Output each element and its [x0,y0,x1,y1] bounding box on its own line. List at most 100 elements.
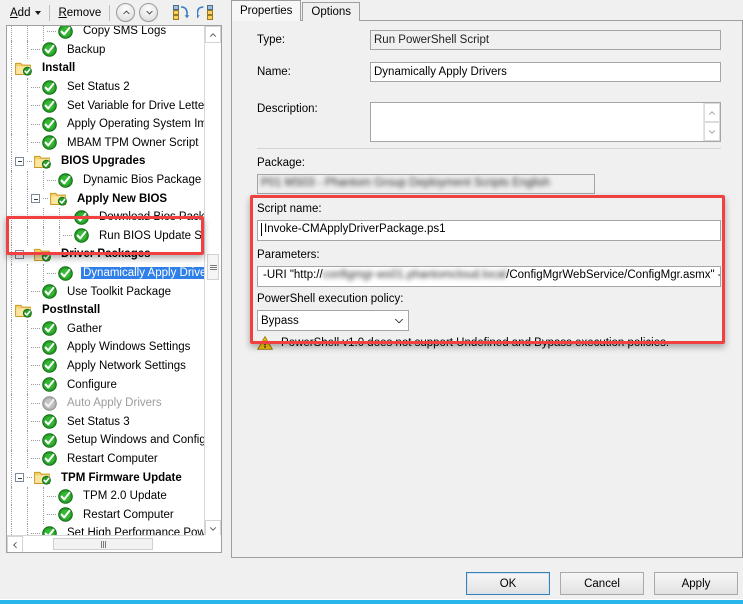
tree-connector [31,439,40,441]
tree-item-label: Setup Windows and ConfigMgr [67,434,206,447]
tree-collapse-toggle-icon[interactable] [15,249,24,259]
tree-item-auto-apply-drivers[interactable]: Auto Apply Drivers [7,393,206,413]
tree-connector [43,198,48,200]
tree-item-set-status-3[interactable]: Set Status 3 [7,412,206,432]
exec-policy-combo[interactable]: AllSignedBypassRemote SignedUndefinedUnr… [257,310,409,331]
scroll-left-arrow-icon[interactable] [7,536,23,552]
folder-check-icon [34,247,55,262]
exec-policy-label: PowerShell execution policy: [257,293,404,305]
tree-guide-line [11,505,12,525]
add-button[interactable]: Add [6,2,45,23]
expand-all-icon[interactable] [194,3,216,23]
task-sequence-tree[interactable]: Copy SMS Logs Backup Install Set Status 2 Se… [6,25,222,553]
tree-item-gather[interactable]: Gather [7,319,206,339]
name-field[interactable] [370,62,721,82]
green-check-icon [58,488,77,504]
tree-connector [47,272,56,274]
tree-item-label: Download Bios Package [99,211,206,224]
tree-item-tpm-2-0-update[interactable]: TPM 2.0 Update [7,486,206,506]
tree-item-dynamically-apply-drivers[interactable]: Dynamically Apply Drivers [7,263,206,283]
tree-connector [31,402,40,404]
tree-vertical-scrollbar[interactable] [204,26,221,537]
tree-guide-line [43,26,44,41]
green-check-icon [58,265,77,281]
tree-item-download-bios-package[interactable]: Download Bios Package [7,207,206,227]
script-name-field[interactable]: Invoke-CMApplyDriverPackage.ps1 [257,220,721,241]
tree-connector [31,384,40,386]
tree-item-setup-windows-and-configmgr[interactable]: Setup Windows and ConfigMgr [7,431,206,450]
tree-collapse-toggle-icon[interactable] [15,156,24,166]
tree-item-apply-windows-settings[interactable]: Apply Windows Settings [7,338,206,357]
tree-item-backup[interactable]: Backup [7,40,206,60]
tree-item-apply-operating-system-image[interactable]: Apply Operating System Image [7,114,206,134]
tree-guide-line [27,263,28,283]
tree-item-driver-packages[interactable]: Driver Packages [7,245,206,264]
parameters-label: Parameters: [257,249,320,261]
tree-collapse-toggle-icon[interactable] [31,194,40,204]
package-value-redacted: P01 MS03 - Phantom Group Deployment Scri… [261,177,550,189]
description-label: Description: [257,103,318,115]
tree-item-install[interactable]: Install [7,59,206,78]
tree-collapse-toggle-icon[interactable] [15,473,24,483]
apply-button[interactable]: Apply [654,572,738,595]
tree-guide-line [11,170,12,190]
tree-item-label: Restart Computer [67,452,158,465]
tree-item-tpm-firmware-update[interactable]: TPM Firmware Update [7,468,206,487]
description-scroll-up-icon[interactable] [704,103,720,122]
tree-item-postinstall[interactable]: PostInstall [7,300,206,320]
tree-item-use-toolkit-package[interactable]: Use Toolkit Package [7,282,206,301]
tree-guide-line [27,356,28,376]
green-check-icon [58,26,77,39]
tree-connector [31,532,40,534]
green-check-icon [58,172,77,188]
tree-item-restart-computer[interactable]: Restart Computer [7,505,206,525]
tree-vscroll-thumb[interactable] [207,254,219,280]
tree-hscroll-thumb[interactable] [53,538,153,550]
description-scroll-down-icon[interactable] [704,122,720,141]
task-sequence-left-pane: Add Remove Copy SMS Logs Backup Install … [0,0,228,575]
tree-horizontal-scrollbar[interactable] [7,535,221,552]
exec-policy-warning: PowerShell v1.0 does not support Undefin… [257,336,669,350]
tree-item-mbam-tpm-owner-script[interactable]: MBAM TPM Owner Script [7,133,206,153]
tree-guide-line [43,170,44,190]
scrollbar-corner [204,535,221,552]
tree-guide-line [11,245,12,264]
exec-policy-select[interactable]: AllSignedBypassRemote SignedUndefinedUnr… [257,310,409,331]
tree-item-dynamic-bios-package-detect[interactable]: Dynamic Bios Package Detect [7,170,206,190]
parameters-field[interactable]: -URI "http://configmgr-ws01.phantomcloud… [257,266,721,287]
cancel-button[interactable]: Cancel [560,572,644,595]
tree-item-restart-computer[interactable]: Restart Computer [7,449,206,469]
tab-properties[interactable]: Properties [231,0,302,21]
tree-item-apply-network-settings[interactable]: Apply Network Settings [7,356,206,376]
tree-guide-line [27,96,28,115]
remove-button[interactable]: Remove [54,2,105,23]
tree-connector [47,495,56,497]
ok-button[interactable]: OK [466,572,550,595]
green-check-icon [42,321,61,337]
tree-item-bios-upgrades[interactable]: BIOS Upgrades [7,152,206,171]
description-field[interactable] [370,102,721,142]
tree-item-apply-new-bios[interactable]: Apply New BIOS [7,189,206,208]
description-scrollbar[interactable] [703,103,720,141]
green-check-icon [42,414,61,430]
tree-toolbar: Add Remove [0,0,228,25]
move-down-button[interactable] [139,3,159,22]
add-button-label: Add [10,6,31,19]
tree-item-label: TPM Firmware Update [61,471,182,484]
tree-item-label: Apply Network Settings [67,359,186,372]
tree-item-copy-sms-logs[interactable]: Copy SMS Logs [7,26,206,41]
script-name-label-row: Script name: [257,203,322,215]
tree-guide-line [11,431,12,450]
scroll-up-arrow-icon[interactable] [205,26,221,43]
tree-item-label: Install [42,62,76,75]
tree-item-set-status-2[interactable]: Set Status 2 [7,77,206,97]
tree-connector [31,365,40,367]
collapse-all-icon[interactable] [170,3,192,23]
tree-item-run-bios-update-script[interactable]: Run BIOS Update Script [7,226,206,246]
tree-item-set-variable-for-drive-letter[interactable]: Set Variable for Drive Letter [7,96,206,115]
tree-connector [27,253,32,255]
tab-options[interactable]: Options [302,2,361,21]
chevron-down-icon [35,10,42,15]
move-up-button[interactable] [116,3,136,22]
tree-item-configure[interactable]: Configure [7,375,206,394]
